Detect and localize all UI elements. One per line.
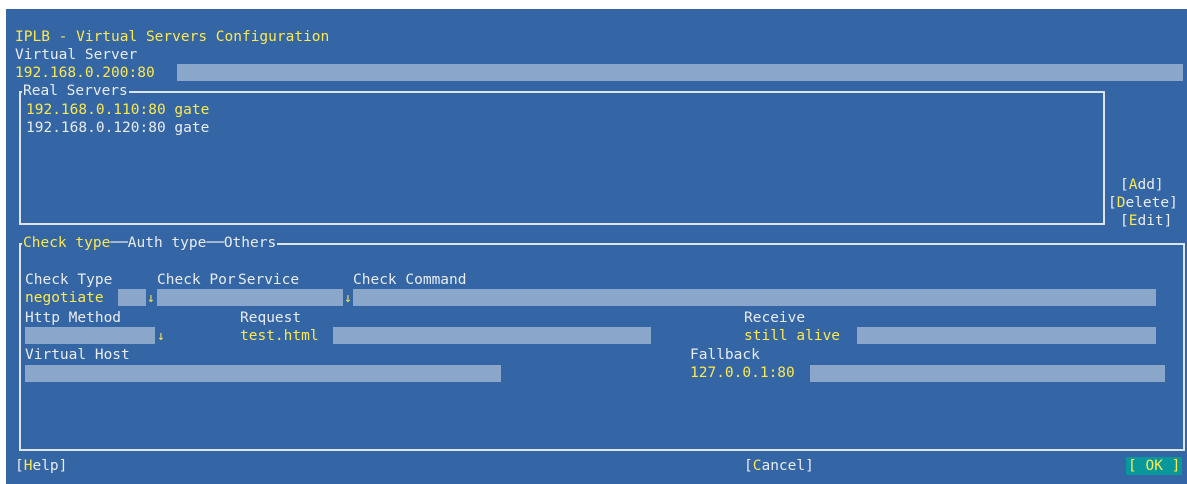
- http-method-dropdown-arrow-icon[interactable]: ↓: [157, 328, 165, 346]
- terminal-screen: IPLB - Virtual Servers Configuration Vir…: [6, 9, 1187, 484]
- receive-label: Receive: [744, 310, 806, 326]
- fallback-input-fill[interactable]: [810, 365, 1165, 382]
- request-label: Request: [240, 310, 302, 326]
- tab-auth-type[interactable]: Auth type: [128, 235, 207, 251]
- add-button-bracket: [: [1120, 177, 1129, 193]
- fallback-label: Fallback: [690, 347, 760, 363]
- cancel-button-rest: ancel]: [761, 458, 814, 474]
- delete-button-bracket: [: [1108, 195, 1117, 211]
- receive-input-fill[interactable]: [857, 327, 1156, 344]
- edit-button-rest: dit]: [1137, 213, 1173, 229]
- check-port-input[interactable]: [157, 289, 343, 306]
- check-type-select-fill[interactable]: [118, 289, 146, 306]
- help-button-bracket: [: [15, 458, 24, 474]
- virtual-host-input[interactable]: [25, 365, 501, 382]
- tab-others[interactable]: Others: [224, 235, 276, 251]
- tab-strip: Check type──Auth type──Others: [22, 234, 278, 252]
- cancel-button-bracket: [: [744, 458, 753, 474]
- check-type-select[interactable]: negotiate: [25, 289, 104, 307]
- delete-button[interactable]: [Delete]: [1108, 194, 1178, 212]
- http-method-select[interactable]: [25, 327, 155, 344]
- tab-check-type[interactable]: Check type: [23, 235, 110, 251]
- real-server-item-1[interactable]: 192.168.0.110:80 gate: [26, 101, 209, 119]
- receive-input[interactable]: still alive: [744, 327, 840, 345]
- virtual-server-input[interactable]: 192.168.0.200:80: [15, 64, 155, 82]
- virtual-server-field-fill[interactable]: [177, 64, 1183, 81]
- http-method-label: Http Method: [25, 310, 122, 326]
- check-port-label: Check Por: [157, 272, 236, 288]
- check-command-input[interactable]: [353, 289, 1156, 306]
- service-label: Service: [238, 272, 300, 288]
- window-title: IPLB - Virtual Servers Configuration: [15, 29, 330, 45]
- edit-button[interactable]: [Edit]: [1120, 212, 1172, 230]
- service-dropdown-arrow-icon[interactable]: ↓: [344, 290, 352, 308]
- request-input-fill[interactable]: [333, 327, 651, 344]
- real-server-item-2[interactable]: 192.168.0.120:80 gate: [26, 119, 209, 137]
- fallback-input[interactable]: 127.0.0.1:80: [690, 364, 795, 382]
- virtual-host-label: Virtual Host: [25, 347, 130, 363]
- help-button[interactable]: [Help]: [15, 457, 67, 475]
- check-type-label: Check Type: [25, 272, 113, 288]
- check-type-dropdown-arrow-icon[interactable]: ↓: [147, 290, 155, 308]
- cancel-button[interactable]: [Cancel]: [744, 457, 814, 475]
- add-button[interactable]: [Add]: [1120, 176, 1164, 194]
- request-input[interactable]: test.html: [240, 327, 319, 345]
- real-servers-title: Real Servers: [22, 82, 129, 100]
- check-command-label: Check Command: [353, 272, 467, 288]
- add-button-rest: dd]: [1137, 177, 1164, 193]
- help-button-rest: elp]: [32, 458, 68, 474]
- virtual-server-label: Virtual Server: [15, 47, 138, 63]
- delete-button-rest: elete]: [1125, 195, 1178, 211]
- edit-button-bracket: [: [1120, 213, 1129, 229]
- ok-button[interactable]: [ OK ]: [1126, 457, 1183, 475]
